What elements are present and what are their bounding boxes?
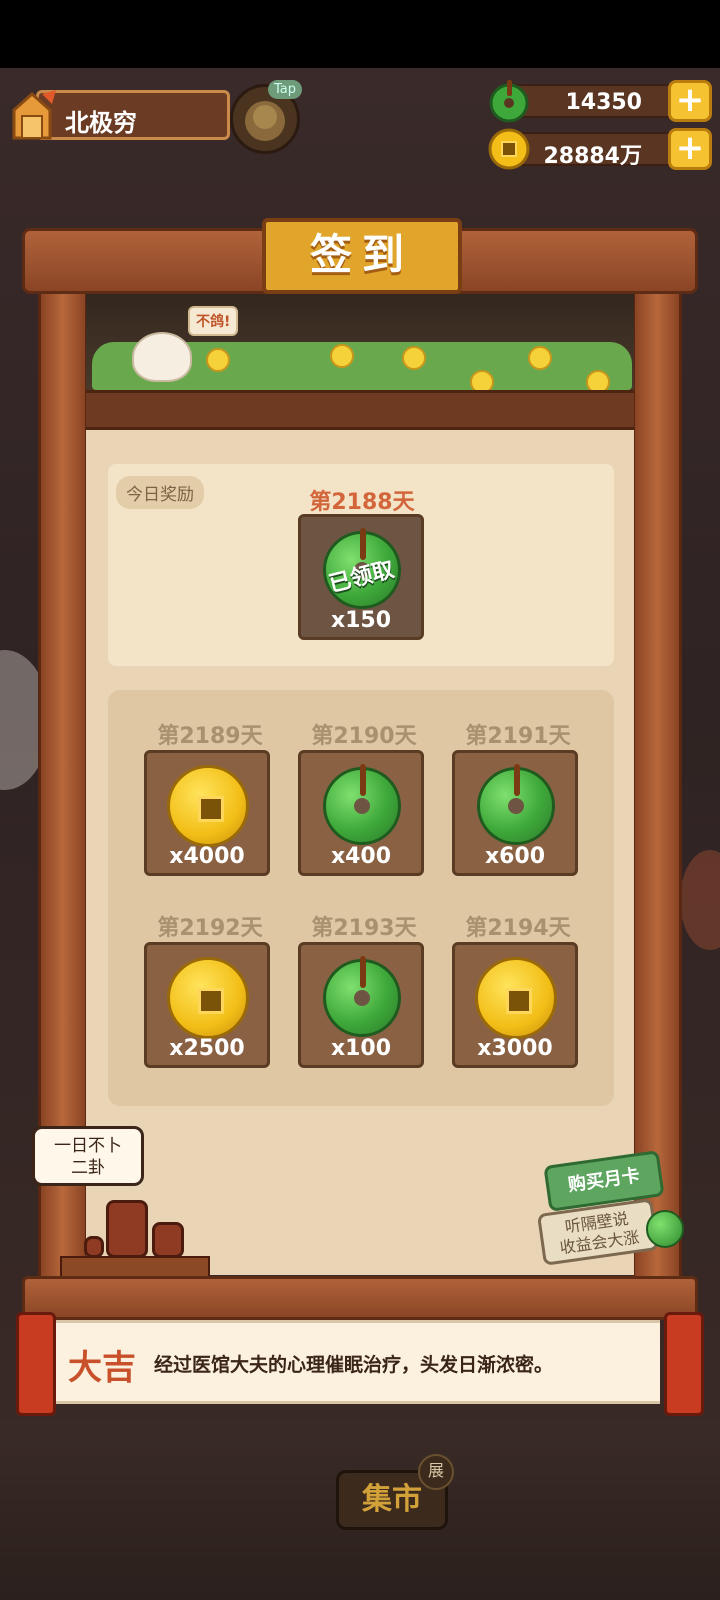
coin-hole <box>506 988 532 1014</box>
month-card-button[interactable]: 购买月卡 听隔壁说 收益会大涨 <box>536 1150 686 1270</box>
reward-qty: x100 <box>330 1036 392 1061</box>
day-label: 第2194天 <box>465 916 571 941</box>
coin-resource: 28884万 + <box>486 128 712 170</box>
jade-hole <box>354 798 370 814</box>
scroll-end-right <box>664 1312 704 1416</box>
chick-speech-bubble: 不鸽! <box>188 306 239 336</box>
jade-bar: 14350 <box>504 84 694 118</box>
jade-string <box>514 764 520 796</box>
scroll-end-left <box>16 1312 56 1416</box>
small-coin-icon <box>402 346 426 370</box>
fortune-ad-bubble[interactable]: 一日不卜 二卦 <box>32 1126 144 1186</box>
board-title: 签到 <box>309 230 414 279</box>
jade-icon <box>323 764 401 845</box>
jade-string <box>360 764 366 796</box>
day-label: 第2190天 <box>311 724 417 749</box>
reward-qty: x150 <box>330 608 392 633</box>
jade-string <box>360 528 366 560</box>
coin-bar: 28884万 <box>504 132 694 169</box>
jade-hole <box>508 798 524 814</box>
jade-icon <box>489 80 529 123</box>
coin-icon <box>475 957 557 1039</box>
reward-qty: x3000 <box>477 1036 553 1061</box>
shelf-decoration <box>60 1256 210 1278</box>
day-label: 第2191天 <box>465 724 571 749</box>
coin-icon <box>488 128 530 170</box>
jade-icon <box>477 764 555 845</box>
jade-hole <box>354 990 370 1006</box>
jar-decoration <box>152 1222 184 1258</box>
chick-character <box>132 332 192 382</box>
status-bar <box>0 0 720 68</box>
coin-value: 28884万 <box>543 144 642 169</box>
small-coin-icon <box>206 348 230 372</box>
reward-slot[interactable]: x2500 <box>144 942 270 1068</box>
coin-hole <box>198 796 224 822</box>
reward-qty: x600 <box>484 844 546 869</box>
bottom-beam <box>22 1276 698 1320</box>
small-coin-icon <box>330 344 354 368</box>
player-name: 北极穷 <box>65 109 137 137</box>
jar-decoration <box>106 1200 148 1258</box>
today-reward-tag: 今日奖励 <box>116 476 204 509</box>
ad-line-2: 二卦 <box>71 1158 105 1178</box>
reward-qty: x4000 <box>169 844 245 869</box>
coin-icon <box>167 957 249 1039</box>
reward-slot[interactable]: x4000 <box>144 750 270 876</box>
add-jade-button[interactable]: + <box>668 80 712 122</box>
reward-qty: x400 <box>330 844 392 869</box>
reward-slot[interactable]: x400 <box>298 750 424 876</box>
fortune-tag: 大吉 <box>68 1348 136 1388</box>
jade-value: 14350 <box>565 90 642 115</box>
day-label: 第2193天 <box>311 916 417 941</box>
market-badge: 展 <box>418 1454 454 1490</box>
day-label: 第2189天 <box>157 724 263 749</box>
ad-line-1: 一日不卜 <box>54 1136 122 1156</box>
jade-string <box>360 956 366 988</box>
player-name-box[interactable]: 北极穷 <box>36 90 230 140</box>
coin-icon <box>167 765 249 847</box>
jar-decoration <box>84 1236 104 1258</box>
reward-slot[interactable]: x3000 <box>452 942 578 1068</box>
today-reward-slot[interactable]: 已领取 x150 <box>298 514 424 640</box>
fortune-text: 经过医馆大夫的心理催眠治疗，头发日渐浓密。 <box>154 1354 554 1376</box>
player-rank-icon <box>12 90 56 140</box>
day-label: 第2192天 <box>157 916 263 941</box>
reward-qty: x2500 <box>169 1036 245 1061</box>
tap-label: Tap <box>268 80 303 99</box>
today-day-label: 第2188天 <box>309 490 415 515</box>
jade-icon <box>323 956 401 1037</box>
lintel <box>86 390 634 430</box>
coin-hole <box>198 988 224 1014</box>
reward-slot[interactable]: x100 <box>298 942 424 1068</box>
jade-resource: 14350 + <box>486 80 712 123</box>
small-coin-icon <box>528 346 552 370</box>
jade-icon <box>646 1210 684 1248</box>
reward-slot[interactable]: x600 <box>452 750 578 876</box>
title-plate: 签到 <box>262 218 462 294</box>
add-coin-button[interactable]: + <box>668 128 712 170</box>
